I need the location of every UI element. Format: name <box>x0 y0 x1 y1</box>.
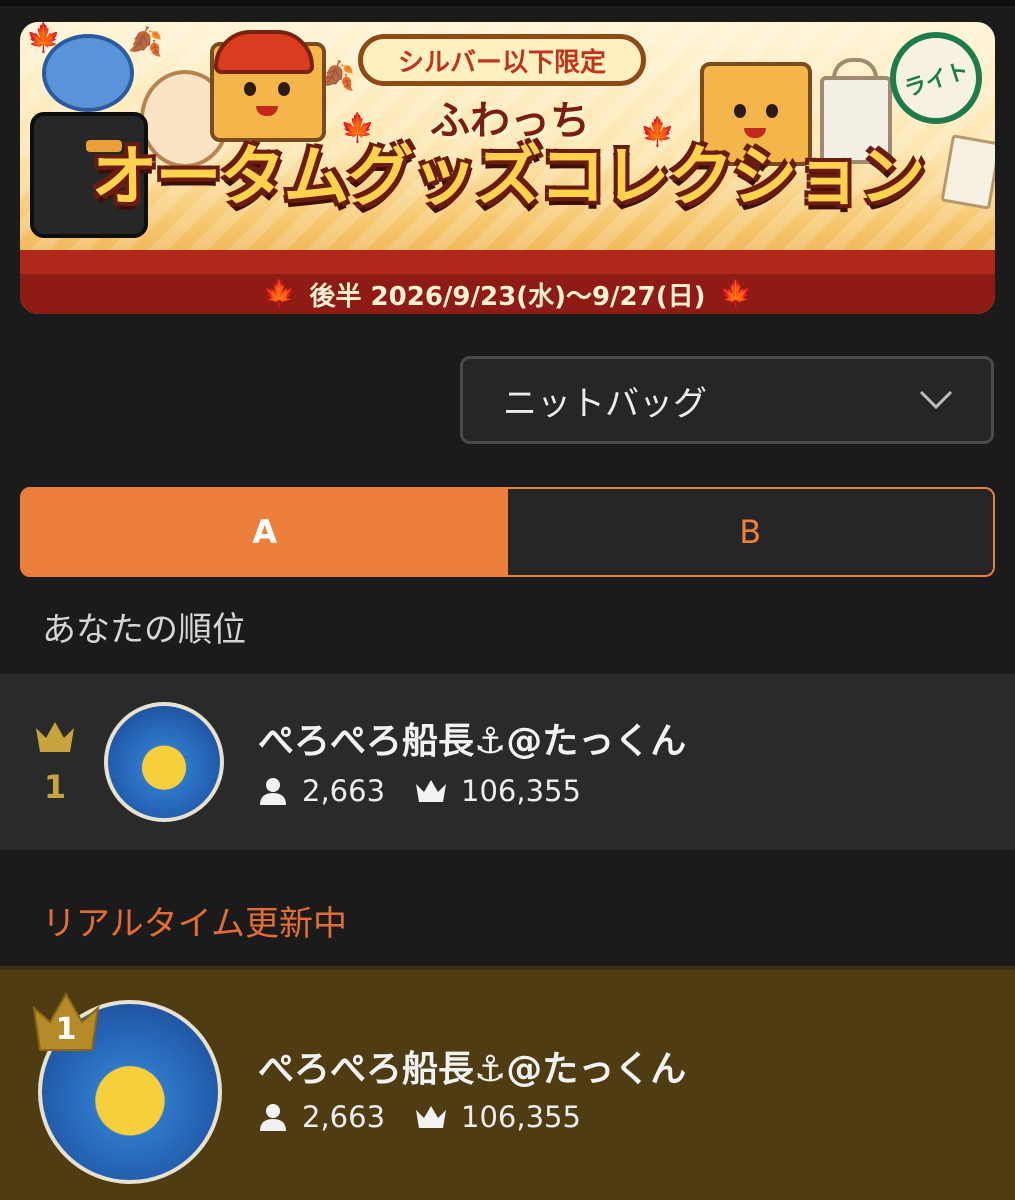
points-stat: 106,355 <box>415 1100 581 1134</box>
banner-limit-label: シルバー以下限定 <box>397 47 606 78</box>
followers-stat: 2,663 <box>258 774 385 808</box>
item-select-value: ニットバッグ <box>503 383 707 424</box>
user-stats: 2,663 106,355 <box>258 1100 597 1134</box>
tab-group: A B <box>20 487 995 577</box>
lite-badge-label: ライト <box>901 58 973 103</box>
user-name: ぺろぺろ船長⚓@たっくん <box>258 721 687 762</box>
my-rank-row[interactable]: 1 ぺろぺろ船長⚓@たっくん 2,663 106,355 <box>0 674 1015 850</box>
followers-stat: 2,663 <box>258 1100 385 1134</box>
maple-leaf-icon: 🍁 <box>263 279 296 309</box>
chevron-down-icon <box>919 390 953 410</box>
banner-limit-pill: シルバー以下限定 <box>358 34 646 86</box>
bear-plush-image <box>42 34 134 112</box>
my-rank-heading: あなたの順位 <box>42 610 246 650</box>
points-stat: 106,355 <box>415 774 581 808</box>
rank-number: 1 <box>55 1012 77 1047</box>
tab-a[interactable]: A <box>22 489 508 575</box>
maple-leaf-icon: 🍁 <box>719 279 752 309</box>
lite-badge: ライト <box>890 32 982 124</box>
item-select-dropdown[interactable]: ニットバッグ <box>460 356 994 444</box>
mascot-eye <box>766 104 778 118</box>
mascot-eye <box>244 82 256 96</box>
avatar[interactable] <box>104 702 224 822</box>
realtime-heading: リアルタイム更新中 <box>42 904 347 944</box>
user-stats: 2,663 106,355 <box>258 774 597 808</box>
beret-image <box>214 30 314 74</box>
banner-dates: 🍁 後半 2026/9/23(水)〜9/27(日) 🍁 <box>20 274 995 314</box>
points-count: 106,355 <box>461 1100 581 1134</box>
person-icon <box>260 1104 286 1131</box>
top-edge <box>0 0 1015 6</box>
banner-title: オータムグッズコレクション <box>91 138 926 215</box>
event-banner[interactable]: 🍁 🍂 🍁 🍁 🍂 ライト シルバー以下限定 ふわっち オータムグッズコレクショ… <box>20 22 995 314</box>
my-rank-number: 1 <box>43 768 67 806</box>
followers-count: 2,663 <box>302 1100 386 1134</box>
person-icon <box>260 778 286 805</box>
crown-icon <box>416 1106 447 1128</box>
crown-icon <box>416 780 447 802</box>
followers-count: 2,663 <box>302 774 386 808</box>
points-count: 106,355 <box>461 774 581 808</box>
crown-icon <box>36 722 74 752</box>
user-name: ぺろぺろ船長⚓@たっくん <box>258 1049 687 1090</box>
ginkgo-leaf-icon: 🍂 <box>128 25 163 58</box>
tab-b[interactable]: B <box>507 489 993 575</box>
banner-date-text: 後半 2026/9/23(水)〜9/27(日) <box>309 281 706 312</box>
